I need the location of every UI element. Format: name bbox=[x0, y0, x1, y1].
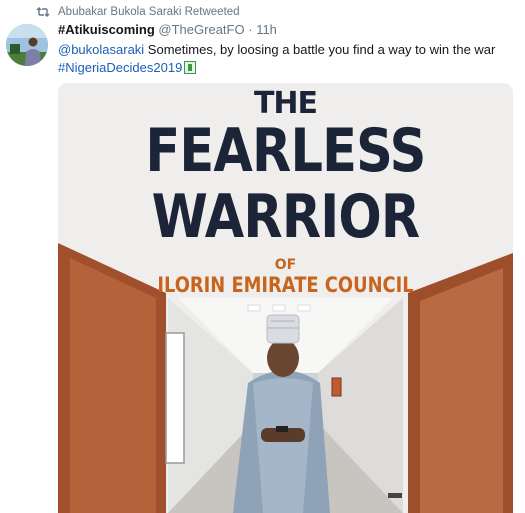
retweet-context: Abubakar Bukola Saraki Retweeted bbox=[36, 4, 240, 20]
separator: · bbox=[248, 22, 253, 37]
ballot-box-icon bbox=[184, 61, 197, 74]
poster-line-3: WARRIOR bbox=[151, 182, 420, 252]
tweet-image[interactable]: THE FEARLESS WARRIOR OF ILORIN EMIRATE C… bbox=[58, 83, 513, 513]
poster-line-4: OF bbox=[274, 257, 297, 273]
avatar-image bbox=[6, 24, 48, 66]
hashtag-link[interactable]: #NigeriaDecides2019 bbox=[58, 60, 182, 75]
user-handle[interactable]: @TheGreatFO bbox=[158, 22, 244, 37]
poster-line-2: FEARLESS bbox=[145, 116, 426, 186]
tweet-card[interactable]: Abubakar Bukola Saraki Retweeted #Atikui… bbox=[0, 0, 525, 513]
tweet-text: @bukolasaraki Sometimes, by loosing a ba… bbox=[58, 41, 518, 77]
retweet-label[interactable]: Abubakar Bukola Saraki Retweeted bbox=[58, 6, 240, 18]
timestamp[interactable]: 11h bbox=[256, 22, 277, 37]
mention-link[interactable]: @bukolasaraki bbox=[58, 42, 144, 57]
display-name[interactable]: #Atikuiscoming bbox=[58, 22, 155, 37]
retweet-icon bbox=[36, 7, 50, 17]
poster-line-1: THE bbox=[253, 86, 318, 121]
poster-line-5: ILORIN EMIRATE COUNCIL bbox=[157, 273, 414, 297]
avatar[interactable] bbox=[6, 24, 48, 66]
tweet-header: #Atikuiscoming @TheGreatFO · 11h bbox=[58, 22, 277, 37]
tweet-body: Sometimes, by loosing a battle you find … bbox=[144, 42, 496, 57]
